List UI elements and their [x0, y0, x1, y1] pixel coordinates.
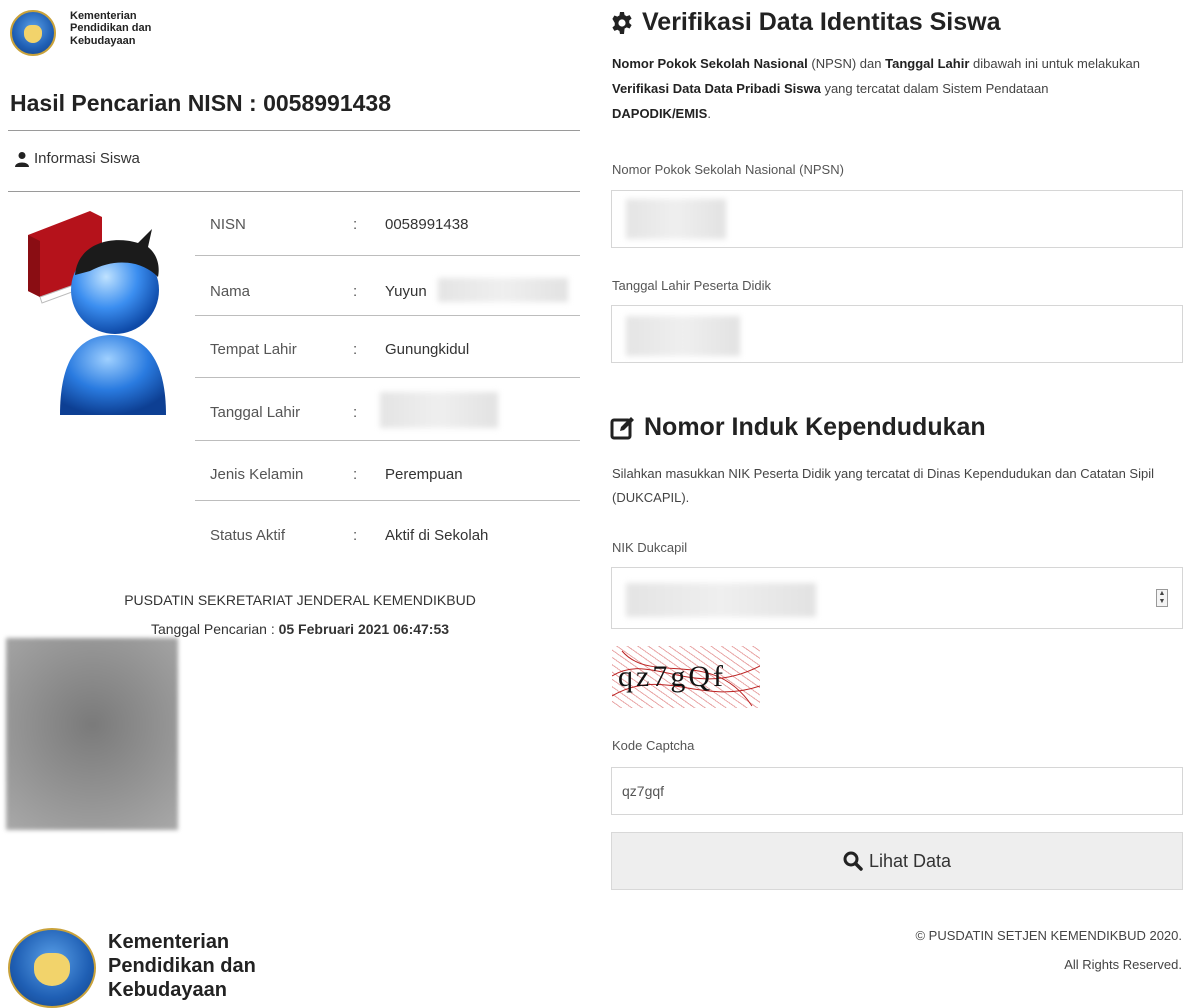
- status-aktif-value: Aktif di Sekolah: [385, 527, 489, 544]
- kemendikbud-logo-icon: [10, 10, 56, 56]
- npsn-label: Nomor Pokok Sekolah Nasional (NPSN): [612, 162, 844, 177]
- dob-input[interactable]: [611, 305, 1183, 363]
- student-avatar-icon: [28, 211, 166, 415]
- row-divider: [195, 377, 580, 378]
- lihat-data-label: Lihat Data: [868, 850, 952, 871]
- nisn-label: NISN: [210, 216, 246, 233]
- row-divider: [195, 440, 580, 441]
- header-logo-line-2: Pendidikan dan: [70, 22, 152, 35]
- header-logo-text: Kementerian Pendidikan dan Kebudayaan: [70, 10, 151, 47]
- header-logo-line-1: Kementerian: [70, 10, 137, 22]
- rights-text: All Rights Reserved.: [1064, 957, 1182, 972]
- npsn-input[interactable]: [611, 190, 1183, 248]
- nama-redacted: [438, 278, 568, 302]
- tanggal-lahir-colon: :: [353, 404, 358, 421]
- jenis-kelamin-colon: :: [353, 466, 358, 483]
- status-aktif-label: Status Aktif: [210, 527, 286, 544]
- verify-title-text: Verifikasi Data Identitas Siswa: [642, 8, 1001, 36]
- captcha-label: Kode Captcha: [612, 738, 695, 753]
- search-date: Tanggal Pencarian : 05 Februari 2021 06:…: [90, 621, 510, 637]
- footer-logo-icon: [8, 928, 96, 1008]
- desc-dapodik-bold: DAPODIK/EMIS: [612, 106, 708, 121]
- lihat-data-button[interactable]: Lihat Data: [611, 832, 1183, 890]
- divider: [8, 130, 580, 131]
- nik-input[interactable]: ▲ ▼: [611, 567, 1183, 629]
- status-aktif-colon: :: [353, 527, 358, 544]
- user-icon: [15, 151, 29, 167]
- desc-npsn-bold: Nomor Pokok Sekolah Nasional: [612, 56, 808, 71]
- nik-redacted: [626, 583, 816, 617]
- edit-icon: [610, 416, 634, 439]
- captcha-input[interactable]: qz7gqf: [611, 767, 1183, 815]
- verify-title: Verifikasi Data Identitas Siswa: [610, 8, 1001, 37]
- nik-title: Nomor Induk Kependudukan: [610, 413, 986, 442]
- npsn-redacted: [626, 199, 726, 239]
- tempat-lahir-colon: :: [353, 341, 358, 358]
- header-logo-line-3: Kebudayaan: [70, 34, 136, 47]
- number-spinner-icon[interactable]: ▲ ▼: [1156, 589, 1168, 607]
- search-date-label: Tanggal Pencarian :: [150, 621, 279, 637]
- tanggal-lahir-label: Tanggal Lahir: [210, 404, 301, 421]
- verify-description: Nomor Pokok Sekolah Nasional (NPSN) dan …: [612, 51, 1187, 126]
- gear-icon: [612, 11, 632, 34]
- row-divider: [195, 315, 580, 316]
- desc-text: (: [807, 56, 816, 71]
- divider: [8, 191, 580, 192]
- footer-logo-line-3: Kebudayaan: [108, 979, 227, 1001]
- desc-text: ) dan: [851, 56, 886, 71]
- desc-verify-bold: Verifikasi Data Data Pribadi Siswa: [612, 81, 821, 96]
- nisn-value: 0058991438: [385, 216, 469, 233]
- desc-npsn-abbr: NPSN: [815, 56, 852, 71]
- info-heading: Informasi Siswa: [14, 150, 140, 167]
- captcha-value: qz7gqf: [622, 783, 665, 799]
- search-date-value: 05 Februari 2021 06:47:53: [278, 621, 450, 637]
- nik-label: NIK Dukcapil: [612, 540, 688, 555]
- desc-text: .: [707, 106, 711, 121]
- result-title: Hasil Pencarian NISN : 0058991438: [10, 90, 392, 116]
- tempat-lahir-value: Gunungkidul: [385, 341, 470, 358]
- captcha-image: qz7gQf: [612, 646, 760, 708]
- search-icon: [843, 851, 863, 871]
- desc-text: yang tercatat dalam Sistem Pendataan: [820, 81, 1049, 96]
- nisn-colon: :: [353, 216, 358, 233]
- row-divider: [195, 255, 580, 256]
- footer-logo-line-2: Pendidikan dan: [108, 955, 256, 977]
- captcha-text: qz7gQf: [618, 660, 726, 693]
- dob-redacted: [626, 316, 740, 356]
- org-name: PUSDATIN SEKRETARIAT JENDERAL KEMENDIKBU…: [124, 592, 476, 608]
- jenis-kelamin-label: Jenis Kelamin: [210, 466, 304, 483]
- footer-logo-line-1: Kementerian: [108, 931, 230, 953]
- footer-logo-text: Kementerian Pendidikan dan Kebudayaan: [108, 930, 256, 1002]
- tempat-lahir-label: Tempat Lahir: [210, 341, 297, 358]
- tanggal-lahir-redacted: [380, 392, 498, 428]
- copyright-text: © PUSDATIN SETJEN KEMENDIKBUD 2020.: [915, 928, 1182, 943]
- nama-value: Yuyun: [385, 283, 427, 300]
- jenis-kelamin-value: Perempuan: [385, 466, 463, 483]
- redacted-photo: [6, 638, 178, 830]
- info-heading-label: Informasi Siswa: [34, 150, 140, 167]
- desc-text: dibawah ini untuk melakukan: [969, 56, 1140, 71]
- dob-label: Tanggal Lahir Peserta Didik: [612, 278, 771, 293]
- nama-label: Nama: [210, 283, 251, 300]
- desc-dob-bold: Tanggal Lahir: [885, 56, 970, 71]
- nik-description: Silahkan masukkan NIK Peserta Didik yang…: [612, 466, 1154, 505]
- nik-title-text: Nomor Induk Kependudukan: [644, 413, 986, 441]
- row-divider: [195, 500, 580, 501]
- nama-colon: :: [353, 283, 358, 300]
